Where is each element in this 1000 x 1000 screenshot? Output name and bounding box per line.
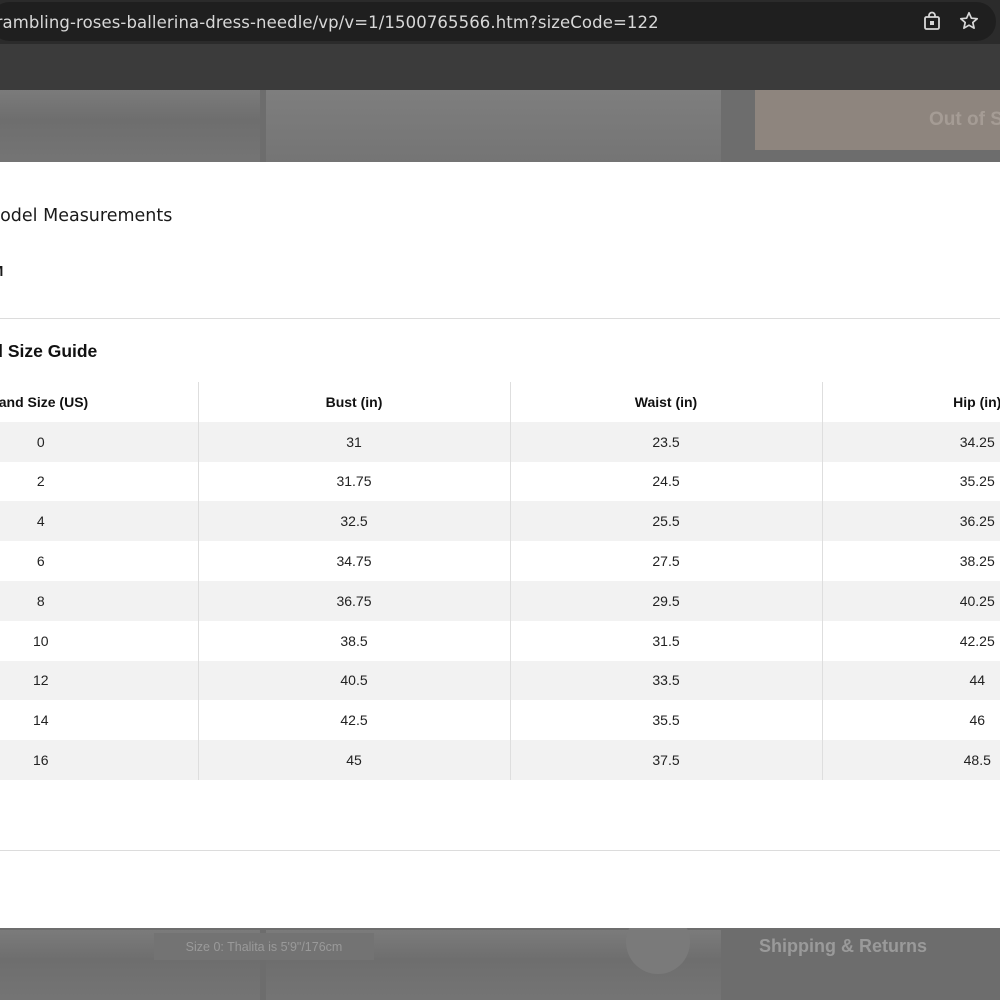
cell-size: 14 bbox=[0, 700, 198, 741]
cell-size: 8 bbox=[0, 580, 198, 621]
divider bbox=[0, 318, 1000, 319]
column-header-brand-size: rand Size (US) bbox=[0, 393, 89, 410]
cell-size: 4 bbox=[0, 501, 198, 542]
table-row: 16 45 37.5 48.5 bbox=[0, 740, 1000, 780]
product-image bbox=[0, 90, 260, 165]
bookmarks-bar bbox=[0, 44, 1000, 90]
cell-bust: 38.5 bbox=[197, 620, 510, 661]
table-row: 12 40.5 33.5 44 bbox=[0, 660, 1000, 701]
cm-unit-toggle[interactable]: CM bbox=[0, 263, 3, 280]
cell-size: 12 bbox=[0, 660, 198, 701]
cell-size: 2 bbox=[0, 461, 198, 502]
product-image bbox=[266, 90, 721, 165]
cell-bust: 45 bbox=[197, 740, 510, 780]
url-text[interactable]: /rambling-roses-ballerina-dress-needle/v… bbox=[0, 13, 659, 32]
cell-waist: 23.5 bbox=[509, 421, 822, 462]
cell-waist: 35.5 bbox=[509, 700, 822, 741]
shopping-bag-icon[interactable] bbox=[919, 8, 945, 34]
cell-bust: 42.5 bbox=[197, 700, 510, 741]
table-row: 6 34.75 27.5 38.25 bbox=[0, 541, 1000, 581]
model-measurements-tab[interactable]: Model Measurements bbox=[0, 206, 172, 226]
cell-hip: 44 bbox=[821, 660, 1000, 701]
cell-waist: 29.5 bbox=[509, 580, 822, 621]
divider bbox=[0, 850, 1000, 851]
table-row: 8 36.75 29.5 40.25 bbox=[0, 580, 1000, 621]
cell-bust: 31 bbox=[197, 421, 510, 462]
browser-toolbar: /rambling-roses-ballerina-dress-needle/v… bbox=[0, 0, 1000, 44]
table-row: 10 38.5 31.5 42.25 bbox=[0, 620, 1000, 661]
cell-bust: 40.5 bbox=[197, 660, 510, 701]
cell-waist: 24.5 bbox=[509, 461, 822, 502]
cell-hip: 46 bbox=[821, 700, 1000, 741]
address-bar[interactable]: /rambling-roses-ballerina-dress-needle/v… bbox=[0, 2, 996, 41]
cell-hip: 48.5 bbox=[821, 740, 1000, 780]
table-header-row: rand Size (US) Bust (in) Waist (in) Hip … bbox=[0, 382, 1000, 422]
column-header-bust: Bust (in) bbox=[197, 382, 510, 422]
cell-bust: 34.75 bbox=[197, 541, 510, 581]
model-size-note-text: Size 0: Thalita is 5'9"/176cm bbox=[185, 939, 343, 954]
column-header-hip: Hip (in) bbox=[821, 382, 1000, 422]
cell-waist: 31.5 bbox=[509, 620, 822, 661]
cell-bust: 31.75 bbox=[197, 461, 510, 502]
cell-hip: 34.25 bbox=[821, 421, 1000, 462]
table-row: 2 31.75 24.5 35.25 bbox=[0, 461, 1000, 502]
size-guide-table: rand Size (US) Bust (in) Waist (in) Hip … bbox=[0, 382, 1000, 780]
cell-waist: 37.5 bbox=[509, 740, 822, 780]
size-guide-modal: Model Measurements CM read Size Guide ra… bbox=[0, 162, 1000, 928]
model-size-note: Size 0: Thalita is 5'9"/176cm bbox=[154, 933, 374, 960]
out-of-stock-label: Out of S bbox=[929, 109, 1000, 130]
shipping-returns-link[interactable]: Shipping & Returns bbox=[759, 936, 927, 957]
cell-hip: 36.25 bbox=[821, 501, 1000, 542]
cell-waist: 33.5 bbox=[509, 660, 822, 701]
size-guide-title: read Size Guide bbox=[0, 341, 98, 361]
table-row: 0 31 23.5 34.25 bbox=[0, 421, 1000, 462]
table-row: 4 32.5 25.5 36.25 bbox=[0, 501, 1000, 542]
column-header-waist: Waist (in) bbox=[509, 382, 822, 422]
cell-hip: 38.25 bbox=[821, 541, 1000, 581]
cell-size: 0 bbox=[0, 421, 198, 462]
cell-waist: 27.5 bbox=[509, 541, 822, 581]
table-row: 14 42.5 35.5 46 bbox=[0, 700, 1000, 741]
cell-size: 16 bbox=[0, 740, 198, 780]
cell-bust: 36.75 bbox=[197, 580, 510, 621]
star-icon[interactable] bbox=[956, 8, 982, 34]
cell-size: 10 bbox=[0, 620, 198, 661]
cell-waist: 25.5 bbox=[509, 501, 822, 542]
cell-hip: 40.25 bbox=[821, 580, 1000, 621]
cell-bust: 32.5 bbox=[197, 501, 510, 542]
cell-size: 6 bbox=[0, 541, 198, 581]
cell-hip: 42.25 bbox=[821, 620, 1000, 661]
out-of-stock-button[interactable]: Out of S bbox=[755, 90, 1000, 150]
cell-hip: 35.25 bbox=[821, 461, 1000, 502]
